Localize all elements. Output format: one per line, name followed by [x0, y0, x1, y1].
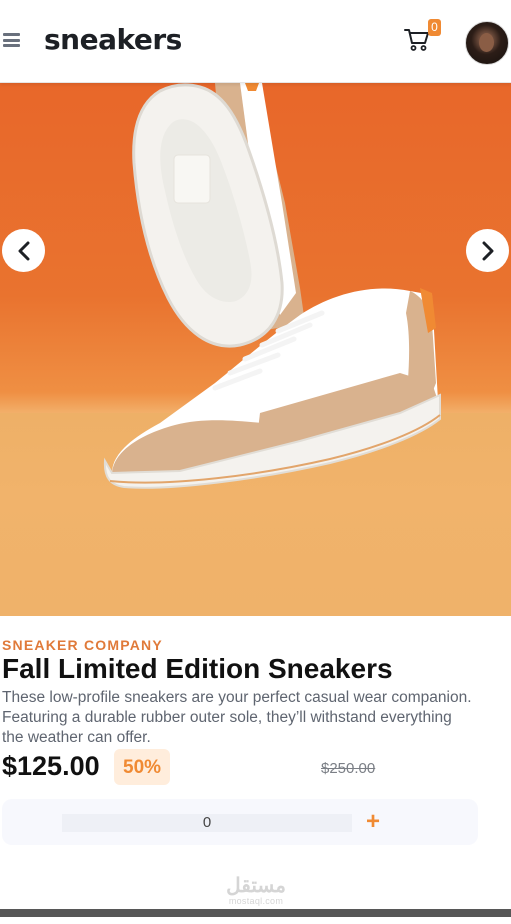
brand-logo[interactable]: sneakers	[44, 22, 182, 58]
avatar-face	[479, 33, 494, 52]
product-page: sneakers 0 SNEAKER COMPANY Fall Limited …	[0, 0, 511, 924]
company-label: SNEAKER COMPANY	[2, 637, 163, 653]
quantity-input[interactable]	[62, 814, 352, 832]
cart-count-badge: 0	[428, 19, 441, 36]
shopping-cart-icon	[404, 29, 429, 51]
chevron-left-icon	[18, 241, 29, 260]
hamburger-menu-icon[interactable]	[3, 33, 20, 47]
cart-button[interactable]: 0	[404, 19, 441, 52]
gallery-prev-button[interactable]	[2, 229, 45, 272]
original-price: $250.00	[321, 760, 376, 777]
watermark-arabic: مستقل	[226, 875, 286, 897]
watermark-logo: مستقل mostaql.com	[220, 876, 292, 906]
discount-badge: 50%	[114, 749, 171, 785]
user-avatar[interactable]	[465, 21, 509, 65]
description-line: These low-profile sneakers are your perf…	[2, 689, 472, 706]
product-image	[103, 83, 441, 489]
description-line: the weather can offer.	[2, 729, 151, 746]
product-title: Fall Limited Edition Sneakers	[2, 653, 393, 684]
top-navbar: sneakers 0	[0, 0, 511, 83]
chevron-right-icon	[482, 241, 493, 260]
product-description: These low-profile sneakers are your perf…	[2, 688, 511, 748]
quantity-stepper: +	[2, 799, 478, 845]
product-image-gallery	[0, 83, 511, 616]
description-line: Featuring a durable rubber outer sole, t…	[2, 709, 452, 726]
watermark-url: mostaql.com	[228, 896, 284, 906]
gallery-next-button[interactable]	[466, 229, 509, 272]
current-price: $125.00	[2, 751, 100, 781]
bottom-divider	[0, 909, 511, 917]
increment-button[interactable]: +	[363, 810, 383, 834]
